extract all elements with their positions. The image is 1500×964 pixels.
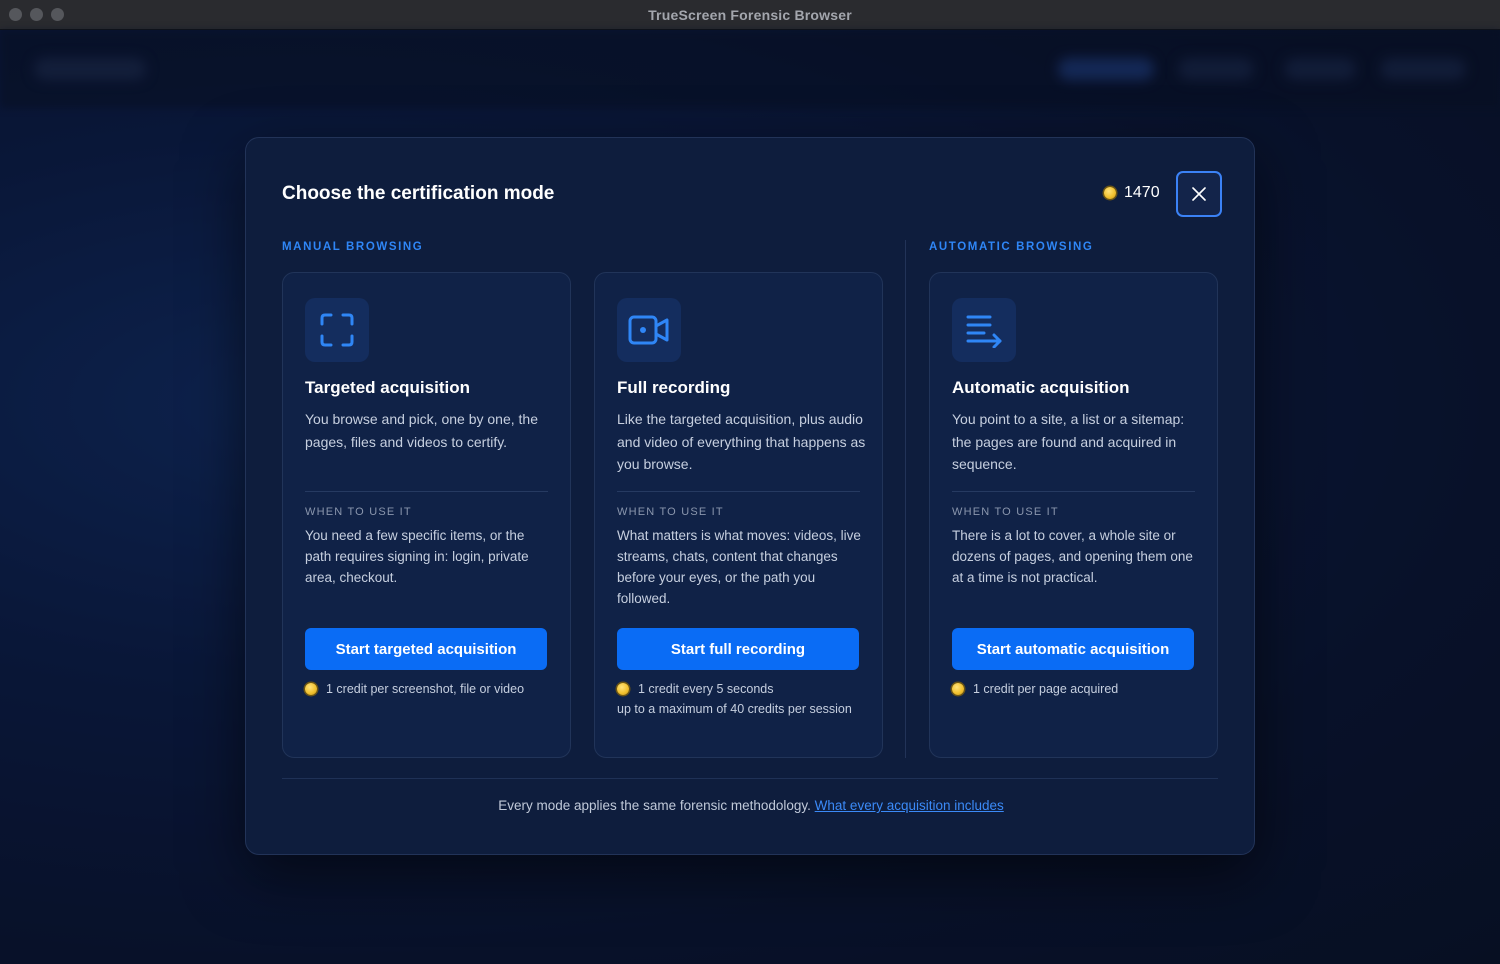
zoom-window-button[interactable] (51, 8, 64, 21)
cost-text: 1 credit every 5 seconds (638, 682, 774, 696)
section-divider (905, 240, 906, 758)
footer-text: Every mode applies the same forensic met… (498, 798, 811, 813)
dialog-footer: Every mode applies the same forensic met… (246, 798, 1256, 813)
close-dialog-button[interactable] (1176, 171, 1222, 217)
card-description: You browse and pick, one by one, the pag… (305, 411, 538, 450)
footer-divider (282, 778, 1218, 779)
card-cost: 1 credit per page acquired (952, 679, 1202, 699)
close-window-button[interactable] (9, 8, 22, 21)
card-separator (617, 491, 860, 492)
card-title: Automatic acquisition (952, 378, 1130, 397)
cost-limit-text: up to a maximum of 40 credits per sessio… (617, 702, 852, 716)
cost-text: 1 credit per page acquired (973, 682, 1119, 696)
card-description: You point to a site, a list or a sitemap… (952, 411, 1185, 472)
card-full-recording: Full recording Like the targeted acquisi… (594, 272, 883, 758)
window-title: TrueScreen Forensic Browser (648, 6, 852, 23)
section-label-automatic: AUTOMATIC BROWSING (929, 241, 1094, 253)
when-to-use-label: WHEN TO USE IT (305, 506, 412, 518)
card-description: Like the targeted acquisition, plus audi… (617, 411, 866, 472)
minimize-window-button[interactable] (30, 8, 43, 21)
coin-icon (305, 683, 317, 695)
coin-icon (1104, 187, 1116, 199)
close-icon (1192, 187, 1206, 201)
focus-frame-icon (320, 313, 354, 347)
card-title: Targeted acquisition (305, 378, 470, 397)
card-icon-box (617, 298, 681, 362)
list-arrow-icon (966, 315, 1002, 348)
card-icon-box (952, 298, 1016, 362)
credits-balance: 1470 (1104, 184, 1160, 202)
credits-value: 1470 (1124, 184, 1160, 201)
window-controls (9, 8, 64, 21)
certification-mode-dialog: Choose the certification mode 1470 MANUA… (245, 137, 1255, 855)
window-titlebar: TrueScreen Forensic Browser (0, 0, 1500, 30)
card-title: Full recording (617, 378, 731, 397)
section-label-manual: MANUAL BROWSING (282, 241, 424, 253)
when-to-use-label: WHEN TO USE IT (952, 506, 1059, 518)
when-to-use-label: WHEN TO USE IT (617, 506, 724, 518)
when-to-use-text: You need a few specific items, or the pa… (305, 528, 529, 585)
when-to-use-text: What matters is what moves: videos, live… (617, 528, 861, 606)
coin-icon (952, 683, 964, 695)
when-to-use-text: There is a lot to cover, a whole site or… (952, 528, 1193, 585)
card-icon-box (305, 298, 369, 362)
card-cost: 1 credit per screenshot, file or video (305, 679, 555, 699)
cost-text: 1 credit per screenshot, file or video (326, 682, 525, 696)
start-targeted-acquisition-button[interactable]: Start targeted acquisition (305, 628, 547, 670)
card-automatic-acquisition: Automatic acquisition You point to a sit… (929, 272, 1218, 758)
video-camera-icon (628, 315, 669, 345)
acquisition-info-link[interactable]: What every acquisition includes (815, 798, 1004, 813)
card-separator (305, 491, 548, 492)
card-separator (952, 491, 1195, 492)
start-full-recording-button[interactable]: Start full recording (617, 628, 859, 670)
card-cost: 1 credit every 5 seconds up to a maximum… (617, 679, 867, 719)
dialog-title: Choose the certification mode (282, 183, 555, 204)
card-targeted-acquisition: Targeted acquisition You browse and pick… (282, 272, 571, 758)
start-automatic-acquisition-button[interactable]: Start automatic acquisition (952, 628, 1194, 670)
coin-icon (617, 683, 629, 695)
